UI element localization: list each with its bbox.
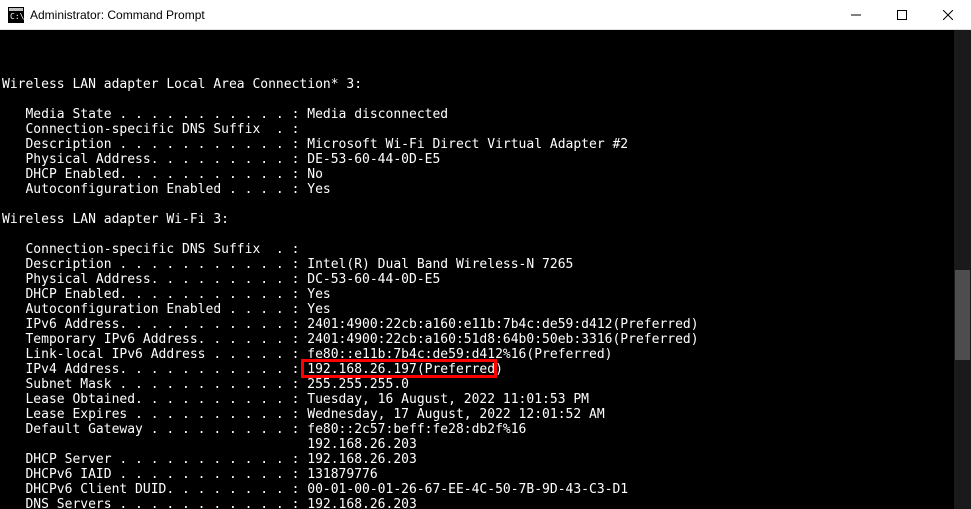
window-title: Administrator: Command Prompt — [30, 8, 205, 22]
terminal-line: Temporary IPv6 Address. . . . . . : 2401… — [2, 332, 971, 347]
terminal-line: IPv6 Address. . . . . . . . . . . : 2401… — [2, 317, 971, 332]
terminal-line: Autoconfiguration Enabled . . . . : Yes — [2, 182, 971, 197]
terminal-line: Subnet Mask . . . . . . . . . . . : 255.… — [2, 377, 971, 392]
maximize-button[interactable] — [879, 0, 925, 30]
close-button[interactable] — [925, 0, 971, 30]
terminal-line: DHCPv6 Client DUID. . . . . . . . : 00-0… — [2, 482, 971, 497]
terminal-line: DHCPv6 IAID . . . . . . . . . . . : 1318… — [2, 467, 971, 482]
terminal-area[interactable]: Wireless LAN adapter Local Area Connecti… — [0, 30, 971, 509]
terminal-content: Wireless LAN adapter Local Area Connecti… — [2, 62, 971, 509]
terminal-line: Lease Obtained. . . . . . . . . . : Tues… — [2, 392, 971, 407]
terminal-line: Physical Address. . . . . . . . . : DC-5… — [2, 272, 971, 287]
terminal-line: Connection-specific DNS Suffix . : — [2, 242, 971, 257]
terminal-line — [2, 62, 971, 77]
terminal-line: Default Gateway . . . . . . . . . : fe80… — [2, 422, 971, 437]
terminal-line: Description . . . . . . . . . . . : Micr… — [2, 137, 971, 152]
terminal-line: Media State . . . . . . . . . . . : Medi… — [2, 107, 971, 122]
terminal-line: DHCP Enabled. . . . . . . . . . . : Yes — [2, 287, 971, 302]
svg-text:C:\: C:\ — [10, 12, 24, 21]
terminal-line — [2, 92, 971, 107]
terminal-line: Description . . . . . . . . . . . : Inte… — [2, 257, 971, 272]
terminal-line: Wireless LAN adapter Local Area Connecti… — [2, 77, 971, 92]
terminal-line: 192.168.26.203 — [2, 437, 971, 452]
terminal-line: Autoconfiguration Enabled . . . . : Yes — [2, 302, 971, 317]
terminal-line — [2, 227, 971, 242]
cmd-icon: C:\ — [8, 7, 24, 23]
terminal-line: Connection-specific DNS Suffix . : — [2, 122, 971, 137]
terminal-line: Link-local IPv6 Address . . . . . : fe80… — [2, 347, 971, 362]
window-titlebar[interactable]: C:\ Administrator: Command Prompt — [0, 0, 971, 30]
terminal-line: DHCP Enabled. . . . . . . . . . . : No — [2, 167, 971, 182]
terminal-line: Lease Expires . . . . . . . . . . : Wedn… — [2, 407, 971, 422]
terminal-line: Physical Address. . . . . . . . . : DE-5… — [2, 152, 971, 167]
minimize-button[interactable] — [833, 0, 879, 30]
terminal-line: IPv4 Address. . . . . . . . . . . : 192.… — [2, 362, 971, 377]
terminal-line: DNS Servers . . . . . . . . . . . : 192.… — [2, 497, 971, 509]
window-controls — [833, 0, 971, 30]
terminal-line: Wireless LAN adapter Wi-Fi 3: — [2, 212, 971, 227]
scrollbar-track[interactable] — [954, 30, 971, 509]
terminal-line — [2, 197, 971, 212]
terminal-line: DHCP Server . . . . . . . . . . . : 192.… — [2, 452, 971, 467]
scrollbar-thumb[interactable] — [955, 270, 970, 360]
